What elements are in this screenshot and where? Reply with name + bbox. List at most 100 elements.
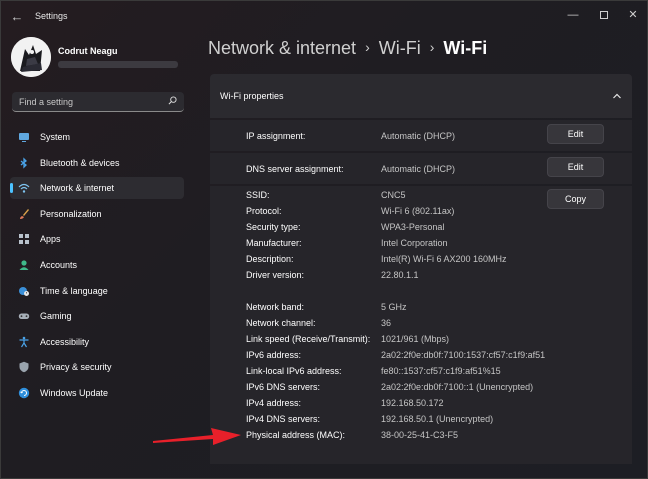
property-label: Network channel:	[246, 318, 316, 328]
wifi-properties-header[interactable]: Wi-Fi properties	[210, 74, 632, 118]
sidebar-item-bluetooth[interactable]: Bluetooth & devices	[10, 152, 184, 174]
sidebar-item-apps[interactable]: Apps	[10, 228, 184, 250]
property-label: IPv6 DNS servers:	[246, 382, 321, 392]
edit-dns-button[interactable]: Edit	[547, 157, 604, 177]
sidebar-item-label: Network & internet	[40, 183, 115, 194]
property-value: 192.168.50.1 (Unencrypted)	[381, 414, 494, 424]
property-label: IPv6 address:	[246, 350, 302, 360]
edit-ip-button[interactable]: Edit	[547, 124, 604, 144]
maximize-button[interactable]	[592, 5, 616, 25]
mac-address-label: Physical address (MAC):	[246, 430, 346, 440]
red-arrow-icon	[153, 428, 241, 445]
property-value: CNC5	[381, 190, 406, 200]
properties-details: Copy SSID: CNC5 Protocol: Wi-Fi 6 (802.1…	[210, 186, 632, 464]
dns-assignment-row: DNS server assignment: Automatic (DHCP) …	[210, 153, 632, 184]
ip-assignment-label: IP assignment:	[246, 131, 306, 141]
gamepad-icon	[18, 310, 30, 322]
sidebar-item-label: Bluetooth & devices	[40, 157, 120, 168]
close-button[interactable]: ✕	[621, 5, 645, 25]
property-value: 22.80.1.1	[381, 270, 419, 280]
breadcrumb-item-network[interactable]: Network & internet	[208, 38, 356, 58]
property-label: Protocol:	[246, 206, 282, 216]
title-bar: ← Settings — ✕	[1, 1, 647, 33]
property-value: 192.168.50.172	[381, 398, 444, 408]
sidebar-item-label: Gaming	[40, 311, 72, 322]
dns-assignment-value: Automatic (DHCP)	[381, 164, 456, 174]
search-input[interactable]	[12, 92, 162, 111]
property-value: 1021/961 (Mbps)	[381, 334, 450, 344]
sidebar-item-personalization[interactable]: Personalization	[10, 203, 184, 225]
property-label: SSID:	[246, 190, 270, 200]
wifi-properties-panel: Wi-Fi properties IP assignment: Automati…	[210, 74, 632, 464]
sidebar-item-gaming[interactable]: Gaming	[10, 305, 184, 327]
shield-icon	[18, 361, 30, 373]
wifi-icon	[18, 182, 30, 194]
sidebar-item-accounts[interactable]: Accounts	[10, 254, 184, 276]
breadcrumb: Network & internet › Wi-Fi › Wi-Fi	[208, 38, 487, 59]
sidebar-item-label: Windows Update	[40, 387, 109, 398]
property-value: Intel Corporation	[381, 238, 448, 248]
settings-window: ← Settings — ✕ Codrut Neagu System	[0, 0, 648, 479]
sidebar-item-windows-update[interactable]: Windows Update	[10, 382, 184, 404]
minimize-button[interactable]: —	[561, 5, 585, 25]
user-email-redacted	[58, 61, 178, 68]
update-icon	[18, 387, 30, 399]
property-label: Security type:	[246, 222, 301, 232]
ip-assignment-value: Automatic (DHCP)	[381, 131, 456, 141]
maximize-icon	[600, 11, 608, 20]
sidebar-item-time-language[interactable]: Time & language	[10, 280, 184, 302]
breadcrumb-separator: ›	[429, 39, 435, 55]
bluetooth-icon	[18, 157, 30, 169]
ip-assignment-row: IP assignment: Automatic (DHCP) Edit	[210, 120, 632, 151]
sidebar-item-label: Privacy & security	[40, 362, 112, 373]
apps-icon	[18, 233, 30, 245]
sidebar-item-accessibility[interactable]: Accessibility	[10, 331, 184, 353]
accessibility-icon	[18, 336, 30, 348]
copy-button[interactable]: Copy	[547, 189, 604, 209]
sidebar-item-label: Accounts	[40, 259, 78, 270]
sidebar-item-privacy-security[interactable]: Privacy & security	[10, 356, 184, 378]
property-label: Driver version:	[246, 270, 305, 280]
property-value: 36	[381, 318, 392, 328]
person-icon	[18, 259, 30, 271]
property-label: IPv4 address:	[246, 398, 302, 408]
property-value: fe80::1537:cf57:c1f9:af51%15	[381, 366, 501, 376]
mac-address-value: 38-00-25-41-C3-F5	[381, 430, 459, 440]
sidebar-item-system[interactable]: System	[10, 126, 184, 148]
breadcrumb-item-wifi[interactable]: Wi-Fi	[379, 38, 421, 58]
breadcrumb-separator: ›	[365, 39, 370, 55]
monitor-icon	[18, 131, 30, 143]
globe-clock-icon	[18, 285, 30, 297]
search-icon[interactable]	[168, 96, 177, 105]
search-box[interactable]	[12, 92, 184, 112]
page-title: Wi-Fi	[443, 38, 488, 58]
property-value: 5 GHz	[381, 302, 407, 312]
property-value: 2a02:2f0e:db0f:7100::1 (Unencrypted)	[381, 382, 534, 392]
property-label: Manufacturer:	[246, 238, 302, 248]
chevron-up-icon[interactable]	[612, 91, 622, 101]
property-value: Intel(R) Wi-Fi 6 AX200 160MHz	[381, 254, 507, 264]
property-value: WPA3-Personal	[381, 222, 445, 232]
back-button[interactable]: ←	[9, 9, 25, 25]
panel-title: Wi-Fi properties	[220, 91, 284, 101]
sidebar-item-label: Apps	[40, 234, 61, 245]
sidebar-item-label: Personalization	[40, 208, 102, 219]
sidebar-nav: System Bluetooth & devices Network & int…	[10, 126, 184, 408]
sidebar-item-label: Time & language	[40, 285, 108, 296]
dns-assignment-label: DNS server assignment:	[246, 164, 344, 174]
property-label: Description:	[246, 254, 294, 264]
sidebar-item-label: System	[40, 132, 71, 142]
property-value: 2a02:2f0e:db0f:7100:1537:cf57:c1f9:af51	[381, 350, 546, 360]
user-name: Codrut Neagu	[58, 46, 118, 56]
property-label: Network band:	[246, 302, 305, 312]
avatar[interactable]	[11, 37, 51, 77]
property-label: Link speed (Receive/Transmit):	[246, 334, 371, 344]
avatar-image-icon	[11, 37, 51, 77]
sidebar-item-label: Accessibility	[40, 336, 90, 347]
property-label: IPv4 DNS servers:	[246, 414, 321, 424]
property-label: Link-local IPv6 address:	[246, 366, 342, 376]
property-value: Wi-Fi 6 (802.11ax)	[381, 206, 455, 216]
sidebar-item-network[interactable]: Network & internet	[10, 177, 184, 200]
brush-icon	[18, 208, 30, 220]
app-title: Settings	[35, 11, 68, 21]
